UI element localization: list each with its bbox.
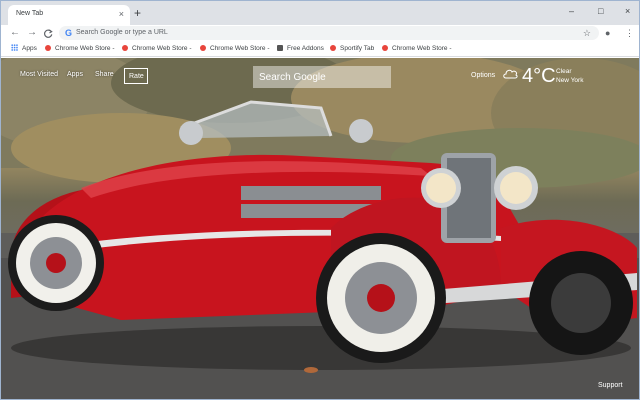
chrome-web-store-icon <box>45 45 51 51</box>
bookmark-chrome-web-store-3[interactable]: Chrome Web Store - <box>200 44 269 53</box>
tab-new-tab[interactable]: New Tab × <box>8 5 130 25</box>
tab-strip: New Tab × + – □ × <box>1 1 639 25</box>
temperature: 4°C <box>522 65 556 87</box>
bookmark-apps[interactable]: Apps <box>11 44 37 53</box>
bookmark-label: Apps <box>22 45 37 52</box>
close-window-button[interactable]: × <box>625 6 630 16</box>
weather-city: New York <box>556 77 584 84</box>
google-g-icon: G <box>65 28 73 38</box>
browser-toolbar: ← → G Search Google or type a URL ☆ ● ⋮ <box>1 25 639 41</box>
chrome-web-store-icon <box>330 45 336 51</box>
forward-icon[interactable]: → <box>27 26 37 40</box>
omnibox-placeholder: Search Google or type a URL <box>76 29 168 36</box>
options-link[interactable]: Options <box>471 71 495 80</box>
bookmarks-bar: Apps Chrome Web Store - Chrome Web Store… <box>1 41 639 57</box>
minimize-button[interactable]: – <box>569 6 574 16</box>
omnibox[interactable]: G Search Google or type a URL ☆ <box>59 26 599 40</box>
tab-title: New Tab <box>16 10 44 17</box>
apps-grid-icon <box>11 44 18 51</box>
back-icon[interactable]: ← <box>10 26 20 40</box>
bookmark-chrome-web-store-1[interactable]: Chrome Web Store - <box>45 44 114 53</box>
search-placeholder: Search Google <box>259 72 326 83</box>
new-tab-page: Most Visited Apps Share Rate Search Goog… <box>1 58 639 399</box>
share-link[interactable]: Share <box>95 70 114 79</box>
most-visited-link[interactable]: Most Visited <box>20 70 58 79</box>
tab-close-icon[interactable]: × <box>119 9 124 19</box>
browser-window: New Tab × + – □ × ← → G Search Google or… <box>0 0 640 400</box>
cloud-icon <box>503 69 518 79</box>
bookmark-free-addons[interactable]: Free Addons <box>277 44 324 53</box>
profile-icon[interactable]: ● <box>605 27 610 39</box>
menu-icon[interactable]: ⋮ <box>625 27 634 39</box>
chrome-web-store-icon <box>200 45 206 51</box>
bookmark-label: Chrome Web Store - <box>210 45 270 52</box>
chrome-web-store-icon <box>122 45 128 51</box>
bookmark-chrome-web-store-4[interactable]: Chrome Web Store - <box>382 44 451 53</box>
search-box[interactable]: Search Google <box>253 66 391 88</box>
bookmark-sportify-tab[interactable]: Sportify Tab <box>330 44 374 53</box>
bookmark-label: Chrome Web Store - <box>55 45 115 52</box>
maximize-button[interactable]: □ <box>598 6 603 16</box>
bookmark-label: Sportify Tab <box>340 45 375 52</box>
new-tab-button[interactable]: + <box>134 7 141 19</box>
support-link[interactable]: Support <box>598 381 623 390</box>
weather-condition: Clear <box>556 68 572 75</box>
addon-icon <box>277 45 283 51</box>
rate-label: Rate <box>129 73 144 80</box>
bookmark-label: Free Addons <box>287 45 324 52</box>
bookmark-chrome-web-store-2[interactable]: Chrome Web Store - <box>122 44 191 53</box>
apps-link[interactable]: Apps <box>67 70 83 79</box>
bookmark-star-icon[interactable]: ☆ <box>583 28 591 38</box>
rate-button[interactable]: Rate <box>124 68 148 84</box>
background-car-image <box>1 58 639 399</box>
bookmark-label: Chrome Web Store - <box>392 45 452 52</box>
bookmark-label: Chrome Web Store - <box>132 45 192 52</box>
chrome-web-store-icon <box>382 45 388 51</box>
